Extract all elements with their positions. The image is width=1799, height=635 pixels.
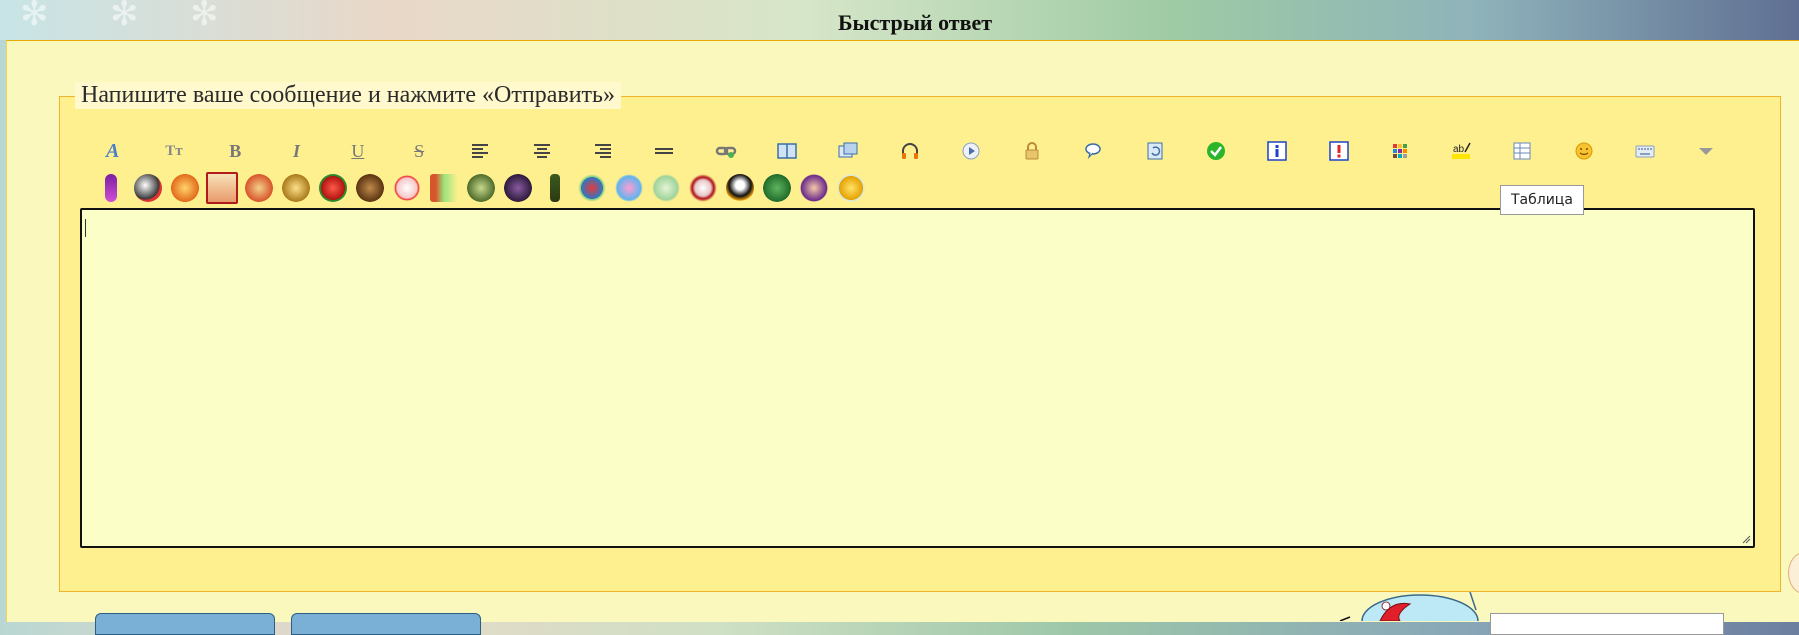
smiley-icon[interactable] <box>612 171 646 205</box>
toolbar-tooltip: Таблица <box>1500 185 1584 215</box>
font-size-icon[interactable]: Tт <box>143 136 204 166</box>
page-title: Быстрый ответ <box>837 10 993 35</box>
refresh-document-icon[interactable] <box>1124 136 1185 166</box>
smiley-icon[interactable] <box>649 171 683 205</box>
horizontal-rule-icon[interactable] <box>634 136 695 166</box>
smilies-row <box>94 170 868 206</box>
align-right-icon[interactable] <box>572 136 633 166</box>
lock-icon[interactable] <box>1001 136 1062 166</box>
smiley-icon[interactable] <box>353 171 387 205</box>
smiley-icon[interactable] <box>538 171 572 205</box>
smiley-icon[interactable] <box>686 171 720 205</box>
smiley-icon[interactable] <box>1553 136 1614 166</box>
smiley-icon[interactable] <box>242 171 276 205</box>
smiley-icon[interactable] <box>797 171 831 205</box>
check-icon[interactable] <box>1185 136 1246 166</box>
smiley-icon[interactable] <box>205 171 239 205</box>
message-textarea[interactable] <box>80 208 1755 548</box>
smiley-icon[interactable] <box>131 171 165 205</box>
link-icon[interactable] <box>695 136 756 166</box>
quick-reply-panel: Напишите ваше сообщение и нажмите «Отпра… <box>6 40 1799 622</box>
headphones-icon[interactable] <box>879 136 940 166</box>
warning-icon[interactable] <box>1308 136 1369 166</box>
header-bar: ✻ ✻ ✻ Быстрый ответ <box>0 0 1799 40</box>
smiley-icon[interactable] <box>760 171 794 205</box>
mascot-decoration <box>1339 592 1479 621</box>
preview-button[interactable] <box>291 613 481 635</box>
smiley-icon[interactable] <box>390 171 424 205</box>
submit-button[interactable] <box>95 613 275 635</box>
gallery-icon[interactable] <box>818 136 879 166</box>
smiley-icon[interactable] <box>279 171 313 205</box>
keyboard-icon[interactable] <box>1614 136 1675 166</box>
spellcheck-icon[interactable]: ab <box>1431 136 1492 166</box>
font-color-icon[interactable]: A <box>82 136 143 166</box>
table-icon[interactable] <box>1492 136 1553 166</box>
resize-handle-icon[interactable] <box>1741 534 1751 544</box>
formatting-toolbar: A Tт B I U S ab <box>82 134 1772 168</box>
svg-text:ab: ab <box>1453 144 1465 155</box>
info-icon[interactable] <box>1247 136 1308 166</box>
smiley-icon[interactable] <box>168 171 202 205</box>
smiley-icon[interactable] <box>464 171 498 205</box>
strikethrough-icon[interactable]: S <box>388 136 449 166</box>
italic-icon[interactable]: I <box>266 136 327 166</box>
message-fieldset: Напишите ваше сообщение и нажмите «Отпра… <box>59 82 1781 592</box>
text-caret <box>85 219 86 237</box>
smiley-icon[interactable] <box>316 171 350 205</box>
play-icon[interactable] <box>940 136 1001 166</box>
smiley-icon[interactable] <box>723 171 757 205</box>
color-grid-icon[interactable] <box>1369 136 1430 166</box>
align-left-icon[interactable] <box>450 136 511 166</box>
smiley-icon[interactable] <box>834 171 868 205</box>
search-input[interactable] <box>1490 613 1724 635</box>
speech-bubble-icon[interactable] <box>1063 136 1124 166</box>
smiley-icon[interactable] <box>501 171 535 205</box>
more-dropdown-icon[interactable] <box>1676 136 1737 166</box>
align-center-icon[interactable] <box>511 136 572 166</box>
smiley-icon[interactable] <box>94 171 128 205</box>
underline-icon[interactable]: U <box>327 136 388 166</box>
smiley-icon[interactable] <box>575 171 609 205</box>
smiley-icon[interactable] <box>427 171 461 205</box>
bold-icon[interactable]: B <box>205 136 266 166</box>
fieldset-legend: Напишите ваше сообщение и нажмите «Отпра… <box>75 82 621 109</box>
book-icon[interactable] <box>756 136 817 166</box>
